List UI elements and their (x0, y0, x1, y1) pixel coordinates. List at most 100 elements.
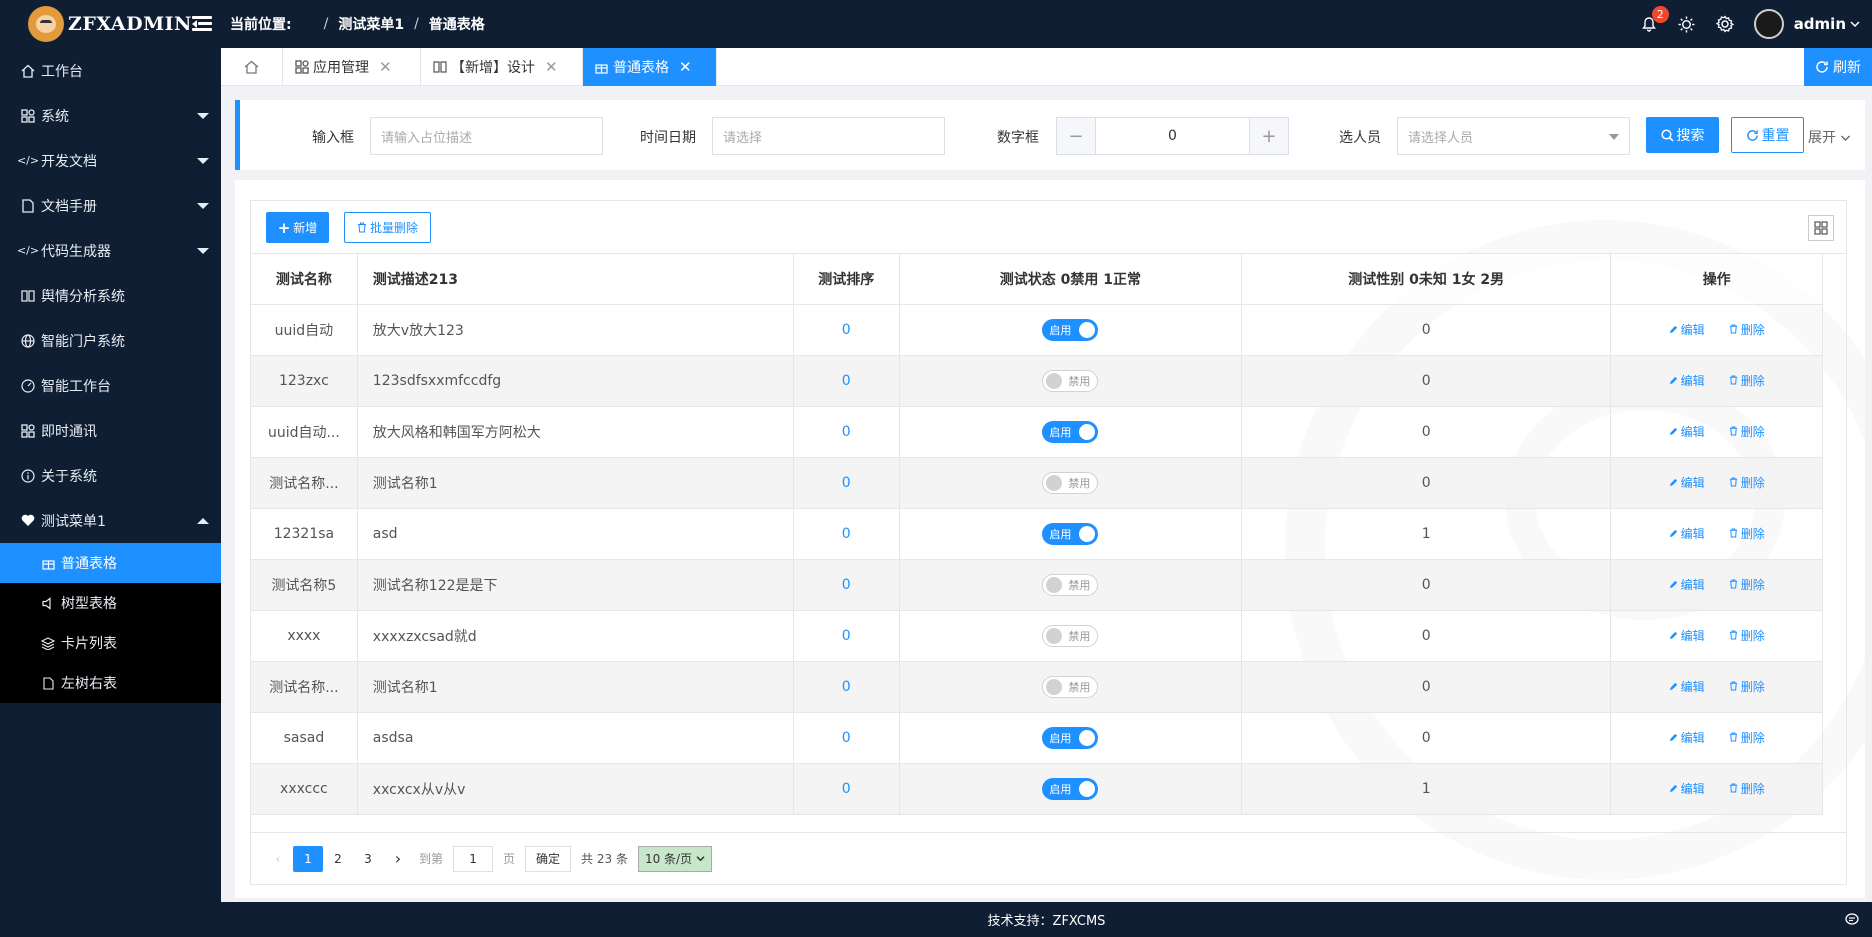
delete-button[interactable]: 删除 (1729, 323, 1765, 337)
sidebar-item-codegen[interactable]: </> 代码生成器 (0, 228, 221, 273)
delete-button[interactable]: 删除 (1729, 374, 1765, 388)
edit-button[interactable]: 编辑 (1669, 731, 1705, 745)
notification-button[interactable]: 2 (1630, 0, 1669, 48)
page-number[interactable]: 3 (353, 846, 383, 872)
delete-button[interactable]: 删除 (1729, 782, 1765, 796)
cell-sort[interactable]: 0 (842, 730, 851, 746)
column-header[interactable]: 测试性别 0未知 1女 2男 (1241, 254, 1612, 305)
sidebar-subitem-tree-table-split[interactable]: 左树右表 (0, 663, 221, 703)
person-select[interactable]: 请选择人员 (1397, 117, 1630, 155)
number-increment-button[interactable]: + (1249, 117, 1289, 155)
logo[interactable]: ZFXADMIN (28, 4, 192, 44)
theme-button[interactable] (1668, 0, 1706, 48)
status-switch[interactable]: 禁用 (1042, 624, 1099, 647)
settings-button[interactable] (1706, 0, 1744, 48)
cell-sort[interactable]: 0 (842, 373, 851, 389)
avatar[interactable] (1753, 9, 1784, 39)
status-switch[interactable]: 启用 (1042, 726, 1099, 749)
add-button[interactable]: + 新增 (266, 212, 329, 243)
edit-button[interactable]: 编辑 (1669, 323, 1705, 337)
status-switch[interactable]: 启用 (1042, 420, 1099, 443)
table-row[interactable]: 测试名称5 测试名称122是是下 0 禁用 0 编辑 删除 (251, 559, 1823, 611)
table-row[interactable]: uuid自动 放大v放大123 0 启用 0 编辑 删除 (251, 304, 1823, 356)
breadcrumb-item[interactable]: 测试菜单1 (338, 14, 404, 34)
cell-sort[interactable]: 0 (842, 781, 851, 797)
cell-sort[interactable]: 0 (842, 526, 851, 542)
edit-button[interactable]: 编辑 (1669, 374, 1705, 388)
number-input[interactable]: 0 (1096, 117, 1249, 155)
delete-button[interactable]: 删除 (1729, 578, 1765, 592)
delete-button[interactable]: 删除 (1729, 425, 1765, 439)
batch-delete-button[interactable]: 批量删除 (344, 212, 431, 243)
table-row[interactable]: 测试名称... 测试名称1 0 禁用 0 编辑 删除 (251, 457, 1823, 509)
close-icon[interactable]: ✕ (545, 58, 558, 76)
menu-fold-icon[interactable] (190, 12, 214, 36)
table-row[interactable]: 123zxc 123sdfsxxmfccdfg 0 禁用 0 编辑 删除 (251, 355, 1823, 407)
page-number[interactable]: 2 (323, 846, 353, 872)
table-row[interactable]: 测试名称... 测试名称1 0 禁用 0 编辑 删除 (251, 661, 1823, 713)
cell-sort[interactable]: 0 (842, 424, 851, 440)
cell-sort[interactable]: 0 (842, 679, 851, 695)
edit-button[interactable]: 编辑 (1669, 680, 1705, 694)
cell-sort[interactable]: 0 (842, 628, 851, 644)
delete-button[interactable]: 删除 (1729, 629, 1765, 643)
delete-button[interactable]: 删除 (1729, 527, 1765, 541)
tab-app-manage[interactable]: 应用管理 ✕ (283, 48, 421, 86)
cell-sort[interactable]: 0 (842, 577, 851, 593)
user-name[interactable]: admin (1794, 15, 1846, 33)
status-switch[interactable]: 禁用 (1042, 471, 1099, 494)
sidebar-item-workbench[interactable]: 工作台 (0, 48, 221, 93)
prev-page-icon[interactable]: ‹ (263, 846, 293, 872)
sidebar-item-dev-docs[interactable]: </> 开发文档 (0, 138, 221, 183)
refresh-button[interactable]: 刷新 (1804, 48, 1872, 86)
sidebar-item-system[interactable]: 系统 (0, 93, 221, 138)
column-header[interactable]: 测试排序 (793, 254, 900, 305)
sidebar-item-opinion[interactable]: 舆情分析系统 (0, 273, 221, 318)
table-row[interactable]: uuid自动... 放大风格和韩国军方阿松大 0 启用 0 编辑 删除 (251, 406, 1823, 458)
status-switch[interactable]: 启用 (1042, 522, 1099, 545)
edit-button[interactable]: 编辑 (1669, 578, 1705, 592)
table-row[interactable]: xxxx xxxxzxcsad就d 0 禁用 0 编辑 删除 (251, 610, 1823, 662)
delete-button[interactable]: 删除 (1729, 731, 1765, 745)
tab-home[interactable] (221, 48, 283, 86)
status-switch[interactable]: 启用 (1042, 777, 1099, 800)
tab-normal-table[interactable]: 普通表格 ✕ (583, 48, 717, 86)
column-header[interactable]: 测试状态 0禁用 1正常 (899, 254, 1242, 305)
sidebar-item-smart-workbench[interactable]: 智能工作台 (0, 363, 221, 408)
close-icon[interactable]: ✕ (679, 58, 692, 76)
expand-toggle[interactable]: 展开 (1808, 127, 1851, 147)
table-row[interactable]: 12321sa asd 0 启用 1 编辑 删除 (251, 508, 1823, 560)
tab-new-design[interactable]: 【新增】设计 ✕ (421, 48, 583, 86)
search-button[interactable]: 搜索 (1646, 117, 1719, 153)
table-row[interactable]: xxxccc xxcxcx从v从v 0 启用 1 编辑 删除 (251, 763, 1823, 815)
status-switch[interactable]: 禁用 (1042, 573, 1099, 596)
sidebar-item-manual[interactable]: 文档手册 (0, 183, 221, 228)
next-page-icon[interactable]: › (383, 846, 413, 872)
table-row[interactable]: sasad asdsa 0 启用 0 编辑 删除 (251, 712, 1823, 764)
sidebar-subitem-card-list[interactable]: 卡片列表 (0, 623, 221, 663)
columns-toggle-button[interactable] (1808, 215, 1834, 241)
column-header[interactable]: 测试描述213 (357, 254, 794, 305)
status-switch[interactable]: 启用 (1042, 318, 1099, 341)
goto-page-input[interactable]: 1 (453, 845, 494, 872)
cell-sort[interactable]: 0 (842, 475, 851, 491)
edit-button[interactable]: 编辑 (1669, 527, 1705, 541)
edit-button[interactable]: 编辑 (1669, 476, 1705, 490)
sidebar-item-test-menu[interactable]: 测试菜单1 (0, 498, 221, 543)
sidebar-subitem-tree-table[interactable]: 树型表格 (0, 583, 221, 623)
sidebar-subitem-normal-table[interactable]: 普通表格 (0, 543, 221, 583)
sidebar-item-about[interactable]: 关于系统 (0, 453, 221, 498)
number-decrement-button[interactable]: − (1056, 117, 1096, 155)
edit-button[interactable]: 编辑 (1669, 629, 1705, 643)
cell-sort[interactable]: 0 (842, 322, 851, 338)
sidebar-item-im[interactable]: 即时通讯 (0, 408, 221, 453)
sidebar-item-portal[interactable]: 智能门户系统 (0, 318, 221, 363)
edit-button[interactable]: 编辑 (1669, 782, 1705, 796)
status-switch[interactable]: 禁用 (1042, 369, 1099, 392)
edit-button[interactable]: 编辑 (1669, 425, 1705, 439)
text-input[interactable]: 请输入占位描述 (370, 117, 603, 155)
reset-button[interactable]: 重置 (1731, 117, 1804, 153)
close-icon[interactable]: ✕ (379, 58, 392, 76)
status-switch[interactable]: 禁用 (1042, 675, 1099, 698)
column-header[interactable]: 测试名称 (251, 254, 358, 305)
